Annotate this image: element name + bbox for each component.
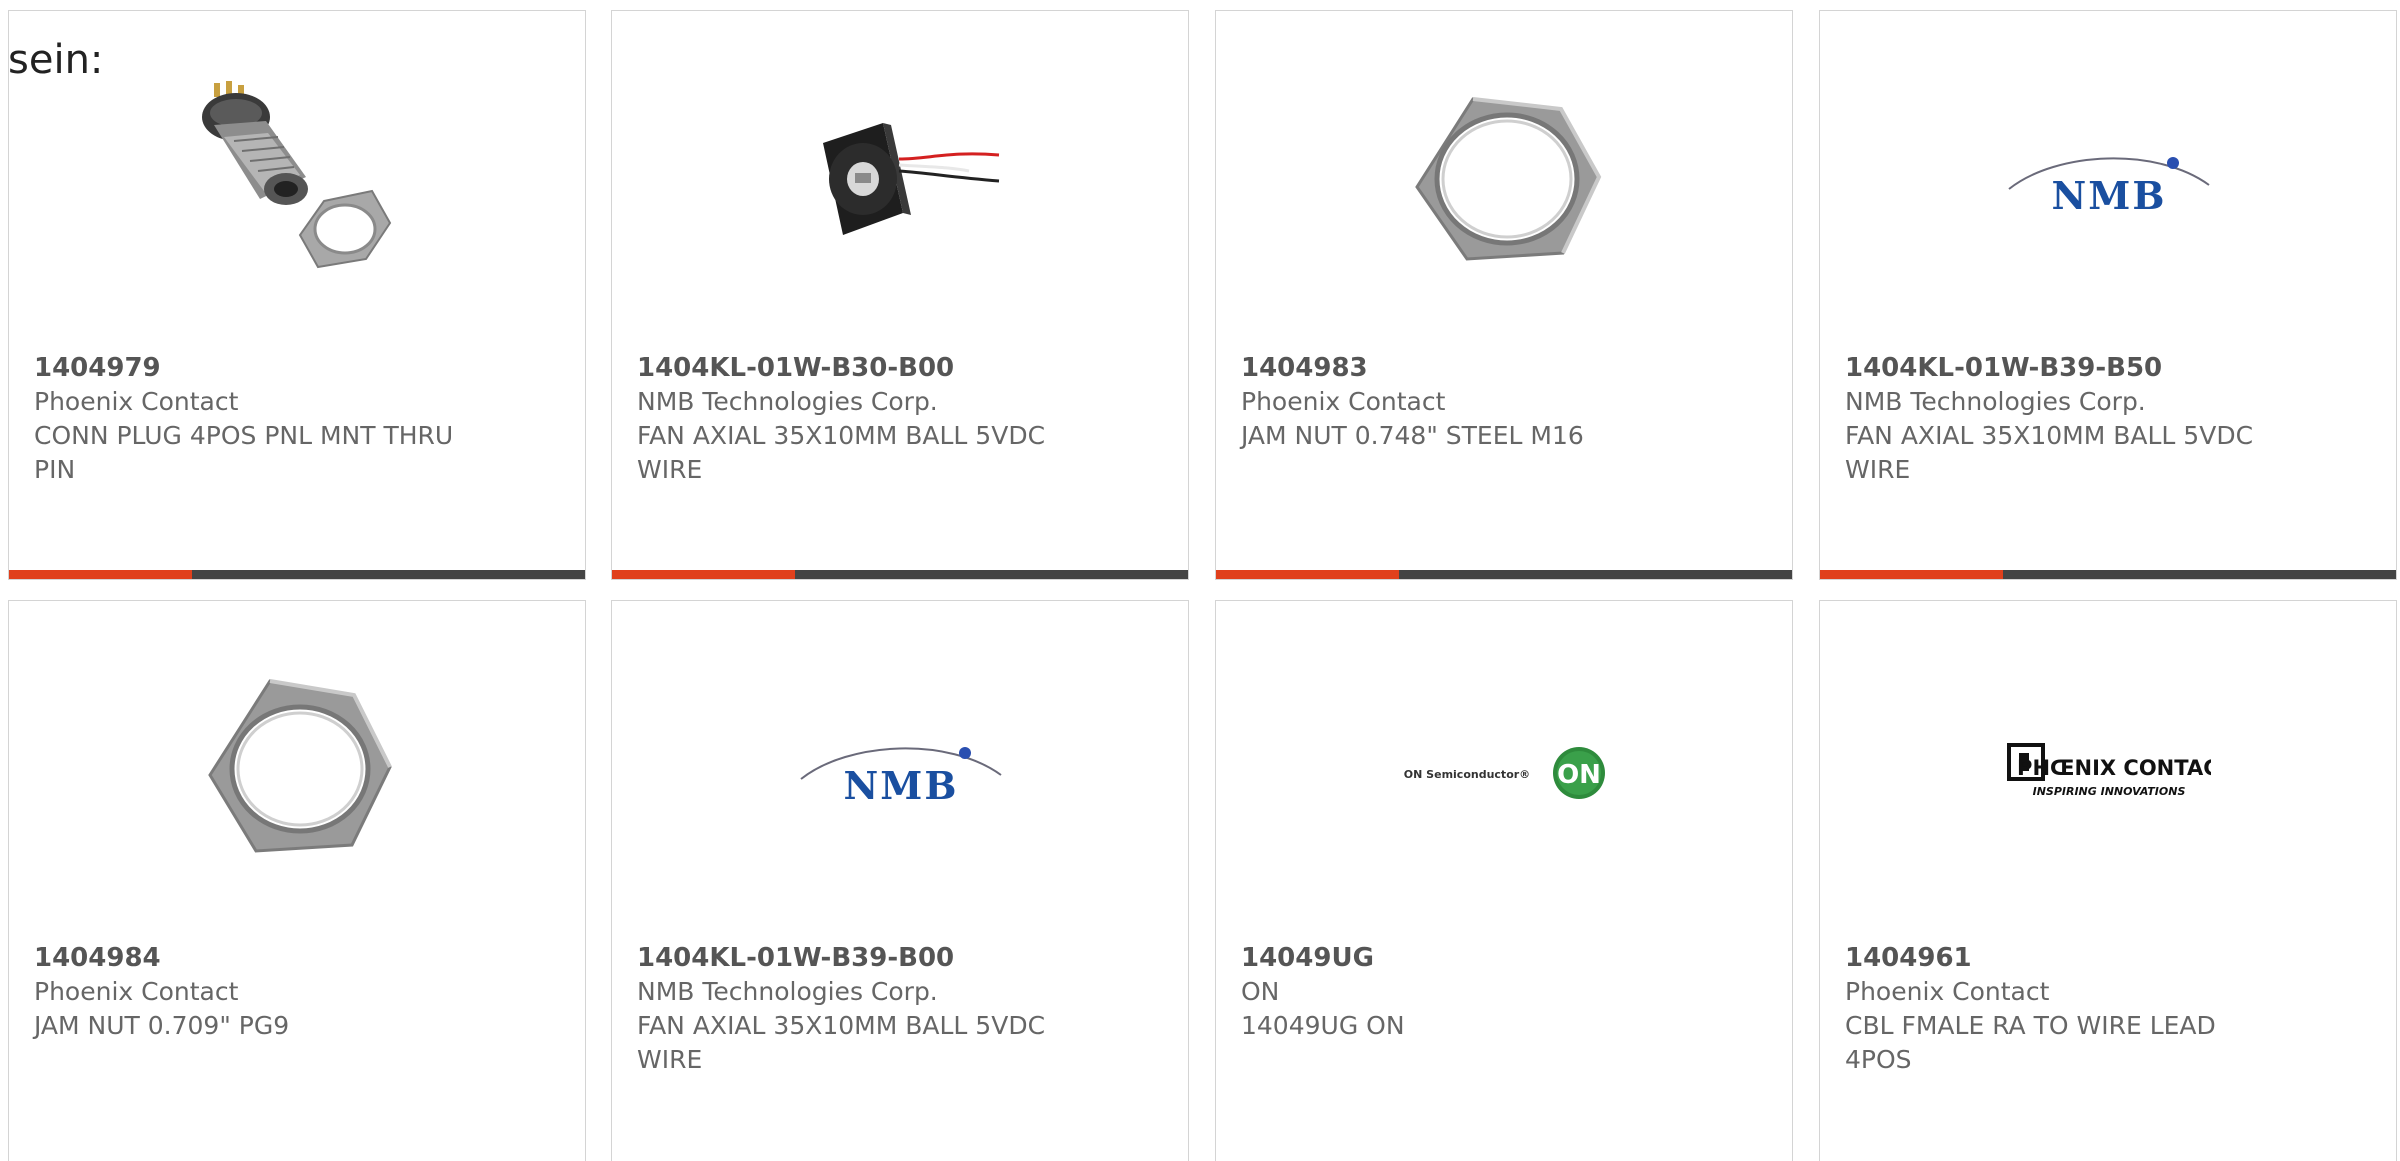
product-info: 1404984 Phoenix Contact JAM NUT 0.709" P… — [34, 941, 560, 1043]
manufacturer: Phoenix Contact — [1241, 387, 1446, 416]
svg-text:PHŒNIX CONTACT: PHŒNIX CONTACT — [2017, 756, 2211, 780]
nmb-logo-icon: NMB — [2008, 157, 2210, 218]
intro-text: sein: — [8, 37, 104, 83]
description: CBL FMALE RA TO WIRE LEAD 4POS — [1845, 1011, 2216, 1074]
product-image[interactable] — [1403, 81, 1607, 285]
product-card[interactable]: 1404KL-01W-B30-B00 NMB Technologies Corp… — [611, 10, 1189, 580]
phoenix-contact-logo-icon: PHŒNIX CONTACT INSPIRING INNOVATIONS — [2007, 743, 2211, 798]
card-accent-bar — [1820, 570, 2396, 579]
svg-text:ON Semiconductor®: ON Semiconductor® — [1404, 768, 1530, 781]
part-number[interactable]: 1404KL-01W-B30-B00 — [637, 351, 1163, 385]
description: FAN AXIAL 35X10MM BALL 5VDC WIRE — [637, 421, 1046, 484]
part-number[interactable]: 1404984 — [34, 941, 560, 975]
product-image[interactable]: PHŒNIX CONTACT INSPIRING INNOVATIONS — [2007, 671, 2211, 875]
product-info: 1404979 Phoenix Contact CONN PLUG 4POS P… — [34, 351, 560, 487]
description: JAM NUT 0.709" PG9 — [34, 1011, 290, 1040]
product-info: 1404961 Phoenix Contact CBL FMALE RA TO … — [1845, 941, 2371, 1077]
product-info: 1404KL-01W-B39-B00 NMB Technologies Corp… — [637, 941, 1163, 1077]
nmb-logo-icon: NMB — [800, 747, 1002, 808]
product-image[interactable] — [799, 81, 1003, 285]
part-number[interactable]: 1404983 — [1241, 351, 1767, 385]
card-accent-bar — [9, 570, 585, 579]
manufacturer: Phoenix Contact — [34, 387, 239, 416]
connector-plug-with-nut-photo-icon — [202, 81, 392, 269]
manufacturer: NMB Technologies Corp. — [1845, 387, 2146, 416]
description: JAM NUT 0.748" STEEL M16 — [1241, 421, 1584, 450]
manufacturer: Phoenix Contact — [1845, 977, 2050, 1006]
description: FAN AXIAL 35X10MM BALL 5VDC WIRE — [637, 1011, 1046, 1074]
manufacturer: Phoenix Contact — [34, 977, 239, 1006]
product-image[interactable]: ON Semiconductor® ON — [1403, 671, 1607, 875]
product-card[interactable]: NMB 1404KL-01W-B39-B50 NMB Technologies … — [1819, 10, 2397, 580]
product-info: 1404983 Phoenix Contact JAM NUT 0.748" S… — [1241, 351, 1767, 453]
part-number[interactable]: 14049UG — [1241, 941, 1767, 975]
part-number[interactable]: 1404961 — [1845, 941, 2371, 975]
product-card[interactable]: NMB 1404KL-01W-B39-B00 NMB Technologies … — [611, 600, 1189, 1161]
card-accent-bar — [612, 570, 1188, 579]
description: CONN PLUG 4POS PNL MNT THRU PIN — [34, 421, 454, 484]
axial-fan-photo-icon — [823, 123, 1000, 235]
product-card[interactable]: 1404979 Phoenix Contact CONN PLUG 4POS P… — [8, 10, 586, 580]
description: 14049UG ON — [1241, 1011, 1405, 1040]
product-image[interactable] — [196, 671, 400, 875]
svg-text:NMB: NMB — [2052, 173, 2167, 218]
product-image[interactable] — [196, 81, 400, 285]
product-image[interactable]: NMB — [2007, 81, 2211, 285]
part-number[interactable]: 1404KL-01W-B39-B50 — [1845, 351, 2371, 385]
on-semiconductor-logo-icon: ON Semiconductor® ON — [1404, 747, 1605, 799]
svg-text:NMB: NMB — [844, 763, 959, 808]
product-card[interactable]: PHŒNIX CONTACT INSPIRING INNOVATIONS 140… — [1819, 600, 2397, 1161]
manufacturer: NMB Technologies Corp. — [637, 387, 938, 416]
card-accent-bar — [1216, 570, 1792, 579]
product-image[interactable]: NMB — [799, 671, 1003, 875]
product-info: 1404KL-01W-B39-B50 NMB Technologies Corp… — [1845, 351, 2371, 487]
hex-jam-nut-photo-icon — [1415, 97, 1602, 261]
product-card[interactable]: ON Semiconductor® ON 14049UG ON 14049UG … — [1215, 600, 1793, 1161]
svg-text:INSPIRING INNOVATIONS: INSPIRING INNOVATIONS — [2033, 785, 2186, 798]
product-info: 14049UG ON 14049UG ON — [1241, 941, 1767, 1043]
svg-text:ON: ON — [1557, 760, 1601, 790]
product-card[interactable]: 1404984 Phoenix Contact JAM NUT 0.709" P… — [8, 600, 586, 1161]
part-number[interactable]: 1404979 — [34, 351, 560, 385]
product-grid-page: sein: 1404979 Phoenix Contact CONN PLUG … — [0, 0, 2400, 1161]
manufacturer: ON — [1241, 977, 1280, 1006]
manufacturer: NMB Technologies Corp. — [637, 977, 938, 1006]
product-card[interactable]: 1404983 Phoenix Contact JAM NUT 0.748" S… — [1215, 10, 1793, 580]
part-number[interactable]: 1404KL-01W-B39-B00 — [637, 941, 1163, 975]
description: FAN AXIAL 35X10MM BALL 5VDC WIRE — [1845, 421, 2254, 484]
hex-jam-nut-photo-icon — [208, 679, 392, 853]
product-info: 1404KL-01W-B30-B00 NMB Technologies Corp… — [637, 351, 1163, 487]
